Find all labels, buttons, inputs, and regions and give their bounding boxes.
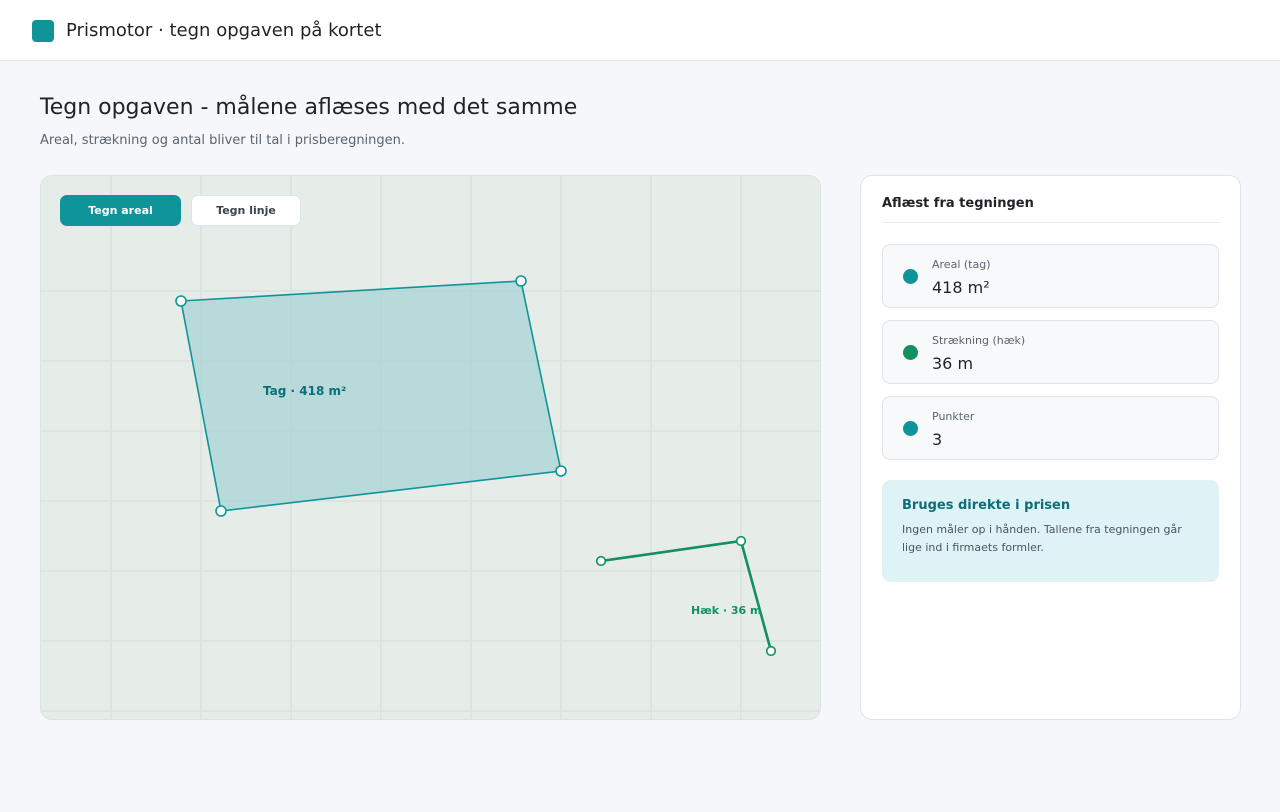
line-label: Hæk · 36 m	[691, 604, 762, 617]
area-vertex-handle[interactable]	[215, 505, 227, 517]
panel-title: Aflæst fra tegningen	[882, 196, 1034, 211]
map-drawing[interactable]: Tag · 418 m² Hæk · 36 m	[41, 176, 821, 720]
metric-points-card: Punkter 3	[882, 396, 1219, 460]
drawing-canvas[interactable]: Tag · 418 m² Hæk · 36 m Tegn areal Tegn …	[40, 175, 821, 720]
app-logo-icon	[32, 20, 54, 42]
area-color-dot-icon	[903, 269, 918, 284]
metric-value: 3	[932, 430, 943, 449]
area-label: Tag · 418 m²	[263, 384, 346, 398]
metric-label: Strækning (hæk)	[932, 334, 1026, 347]
points-color-dot-icon	[903, 421, 918, 436]
area-vertex-handle[interactable]	[175, 295, 187, 307]
top-bar: Prismotor · tegn opgaven på kortet	[0, 0, 1280, 61]
draw-line-button[interactable]: Tegn linje	[191, 195, 301, 226]
info-box: Bruges direkte i prisen Ingen måler op i…	[882, 480, 1219, 582]
metric-length-card: Strækning (hæk) 36 m	[882, 320, 1219, 384]
page-subtitle: Areal, strækning og antal bliver til tal…	[40, 133, 406, 148]
app-title: Prismotor · tegn opgaven på kortet	[66, 20, 382, 41]
line-vertex-handle[interactable]	[595, 555, 607, 567]
metric-label: Punkter	[932, 410, 975, 423]
area-vertex-handle[interactable]	[555, 465, 567, 477]
metric-area-card: Areal (tag) 418 m²	[882, 244, 1219, 308]
info-text: Ingen måler op i hånden. Tallene fra teg…	[902, 523, 1182, 554]
page-title: Tegn opgaven - målene aflæses med det sa…	[40, 95, 578, 120]
line-vertex-handle[interactable]	[735, 535, 747, 547]
area-vertex-handle[interactable]	[515, 275, 527, 287]
panel-divider	[882, 222, 1220, 223]
info-title: Bruges direkte i prisen	[902, 498, 1071, 513]
roof-area-polygon[interactable]	[180, 280, 562, 512]
draw-area-button[interactable]: Tegn areal	[60, 195, 181, 226]
metric-value: 36 m	[932, 354, 974, 373]
metric-value: 418 m²	[932, 278, 990, 297]
line-vertex-handle[interactable]	[765, 645, 777, 657]
measurements-panel: Aflæst fra tegningen Areal (tag) 418 m² …	[860, 175, 1241, 720]
hedge-line[interactable]	[600, 539, 773, 652]
metric-label: Areal (tag)	[932, 258, 991, 271]
length-color-dot-icon	[903, 345, 918, 360]
